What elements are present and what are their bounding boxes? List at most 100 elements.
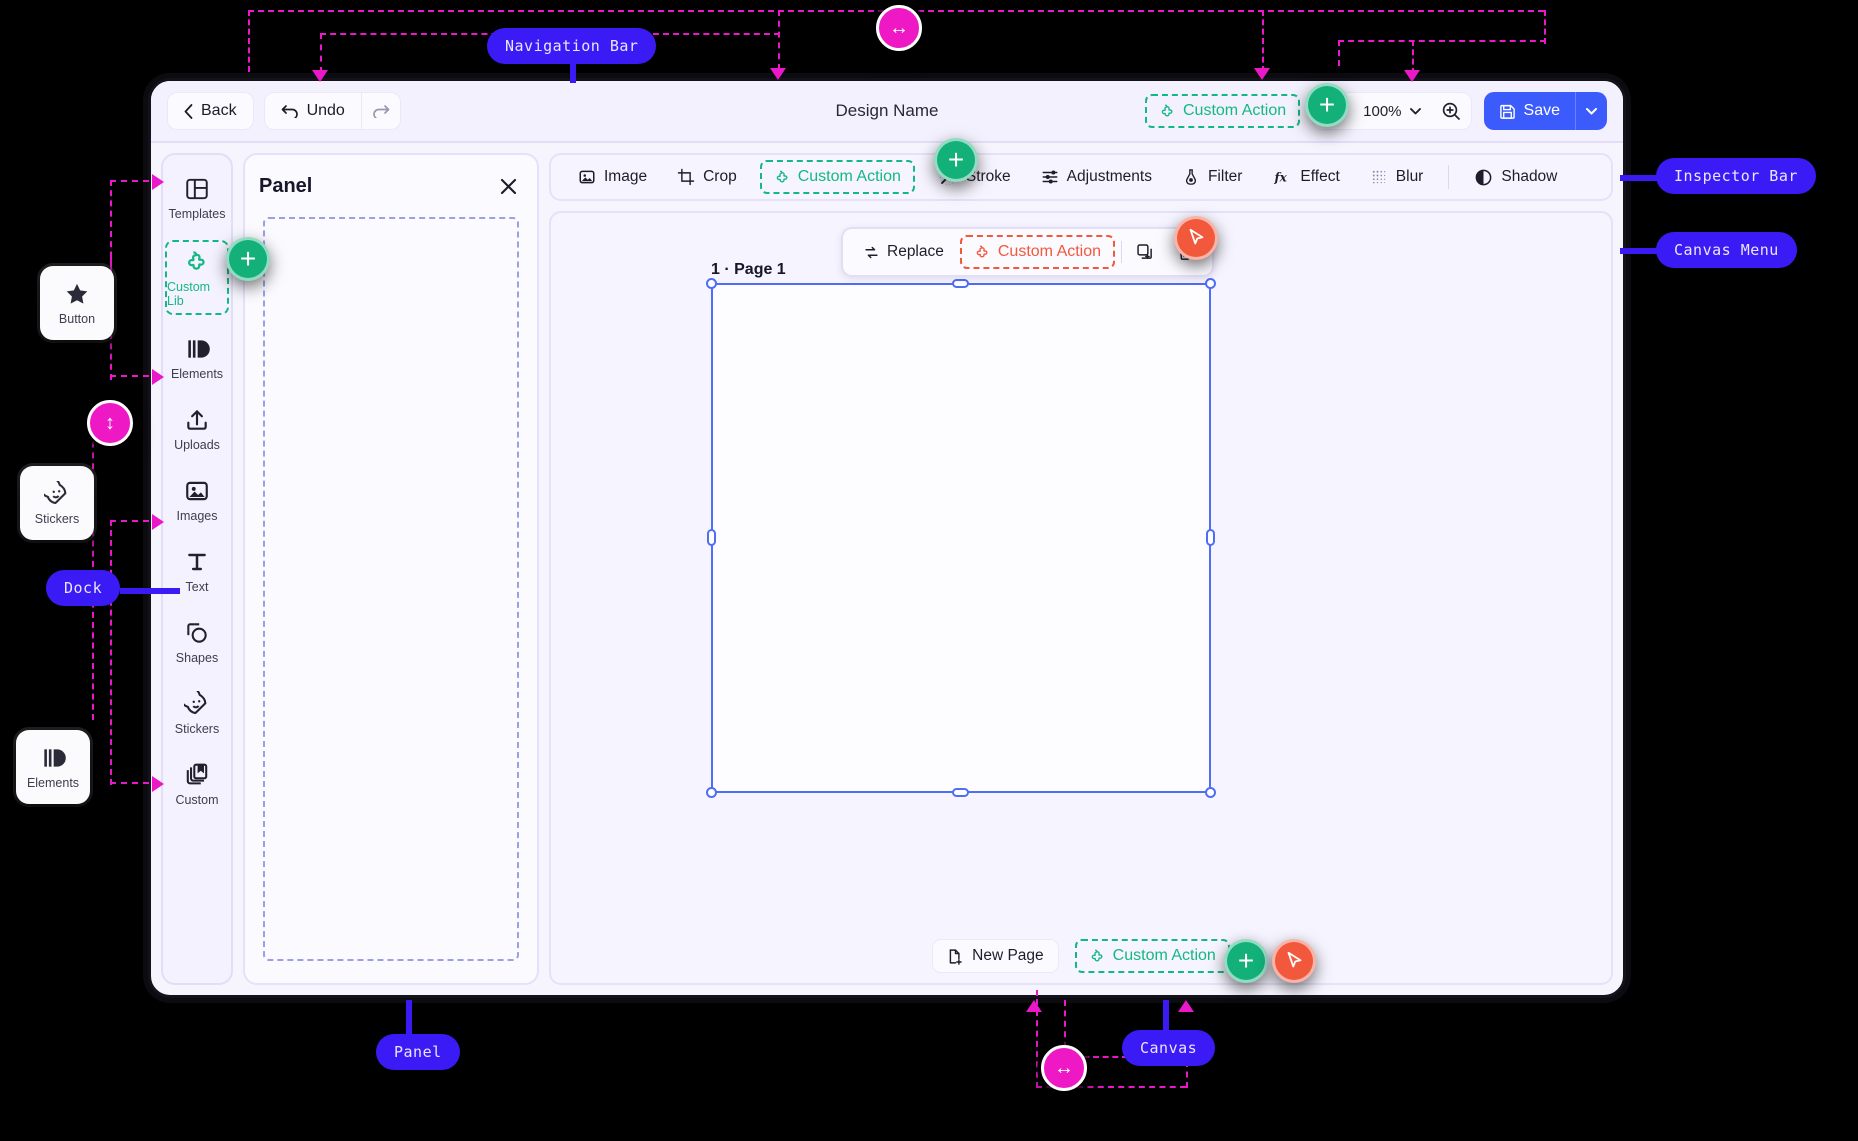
guide-arrow [1026,1000,1042,1012]
dock-item-images[interactable]: Images [165,471,229,528]
inspector-item-filter[interactable]: Filter [1169,160,1255,194]
dock-item-templates[interactable]: Templates [165,169,229,226]
canvas-column: Image Crop Custom Action Stroke Adjustme… [549,153,1613,985]
guide-arrow [152,174,164,190]
inspector-item-label: Crop [703,168,737,185]
undo-button[interactable]: Undo [263,92,361,130]
canvas-menu: Replace Custom Action [841,227,1215,277]
save-button[interactable]: Save [1483,92,1575,130]
marker-resize-horizontal-bottom[interactable]: ↔ [1041,1045,1087,1091]
new-page-button[interactable]: New Page [932,939,1059,973]
panel-title: Panel [259,174,313,197]
navbar-custom-action-button[interactable]: Custom Action [1145,94,1301,128]
guide-arrow [152,369,164,385]
guide-arrow [1254,68,1270,80]
inspector-item-adjustments[interactable]: Adjustments [1028,160,1165,194]
float-card-stickers[interactable]: Stickers [20,466,94,540]
guide-arrow [312,70,328,82]
app-body: Templates Custom Lib Elements Uploads Im [151,143,1623,995]
guide-line [1412,40,1414,74]
new-page-label: New Page [972,947,1044,964]
guide-line [1544,10,1546,44]
marker-add-dock[interactable]: + [226,237,270,281]
inspector-item-shadow[interactable]: Shadow [1461,160,1570,194]
dock-item-label: Uploads [174,438,220,452]
panel: Panel [243,153,539,985]
inspector-item-crop[interactable]: Crop [664,160,750,194]
save-disk-icon [1499,103,1516,120]
dock-item-elements[interactable]: Elements [165,329,229,386]
navbar-left-group: Back Undo [167,92,401,130]
resize-handle-se[interactable] [1205,787,1216,798]
inspector-item-label: Shadow [1501,168,1558,185]
app-window: Back Undo Design Name Custom Action 100%… [148,78,1626,998]
guide-arrow [152,514,164,530]
marker-resize-vertical-dock[interactable]: ↕ [87,400,133,446]
inspector-item-blur[interactable]: Blur [1357,160,1437,194]
canvas-bottom-bar: New Page Custom Action [551,939,1611,973]
float-card-button[interactable]: Button [40,266,114,340]
save-button-label: Save [1523,102,1560,119]
guide-line [1338,40,1340,66]
panel-header: Panel [257,167,525,211]
marker-resize-horizontal-top[interactable]: ↔ [876,5,922,51]
svg-text:fx: fx [1274,171,1288,185]
page-label: 1 · Page 1 [711,261,786,278]
dock-item-label: Templates [168,207,226,221]
inspector-item-label: Adjustments [1066,168,1152,185]
resize-handle-nw[interactable] [706,278,717,289]
resize-handle-s[interactable] [952,788,969,797]
canvas-menu-custom-action-button[interactable]: Custom Action [959,235,1116,269]
guide-line [110,520,112,785]
canvas-menu-replace-button[interactable]: Replace [853,236,954,268]
guide-line [92,520,94,720]
dock-item-label: Text [185,580,209,594]
zoom-in-icon[interactable] [1431,93,1471,129]
float-card-elements[interactable]: Elements [16,730,90,804]
marker-add-canvas-bottom[interactable]: + [1224,939,1268,983]
resize-handle-sw[interactable] [706,787,717,798]
duplicate-icon[interactable] [1128,236,1162,268]
dock-item-custom[interactable]: Custom [165,755,229,812]
inspector-item-image[interactable]: Image [565,160,660,194]
inspector-bar: Image Crop Custom Action Stroke Adjustme… [549,153,1613,201]
inspector-item-label: Blur [1395,168,1424,185]
dock-item-uploads[interactable]: Uploads [165,400,229,457]
inspector-item-label: Effect [1300,168,1340,185]
canvas-bottom-custom-action-button[interactable]: Custom Action [1074,939,1230,973]
canvas-menu-replace-label: Replace [887,243,944,260]
save-button-group: Save [1483,92,1607,130]
guide-line [320,33,322,73]
resize-handle-e[interactable] [1206,529,1215,546]
float-card-label: Stickers [34,511,80,526]
marker-cursor-canvas-bottom[interactable] [1272,939,1316,983]
redo-button[interactable] [360,92,401,130]
back-button[interactable]: Back [167,92,254,130]
dock-item-stickers[interactable]: Stickers [165,684,229,741]
zoom-level-select[interactable]: 100% [1353,103,1430,120]
resize-handle-w[interactable] [707,529,716,546]
panel-dropzone[interactable] [263,217,519,961]
resize-handle-ne[interactable] [1205,278,1216,289]
marker-add-navbar[interactable]: + [1305,83,1349,127]
dock-item-label: Elements [170,367,224,381]
inspector-custom-action-button[interactable]: Custom Action [759,160,915,194]
close-icon[interactable] [493,171,523,201]
annotation-canvas: Canvas [1122,1030,1216,1066]
resize-handle-n[interactable] [952,279,969,288]
dock-item-shapes[interactable]: Shapes [165,613,229,670]
dock-item-label: Custom [175,793,219,807]
page-frame[interactable] [706,278,1216,798]
dock-item-custom-lib[interactable]: Custom Lib [165,240,229,315]
canvas-bottom-custom-action-label: Custom Action [1112,947,1216,964]
save-dropdown-button[interactable] [1575,92,1607,130]
marker-add-inspector[interactable]: + [934,138,978,182]
float-card-label: Button [58,311,96,326]
undo-button-label: Undo [306,102,345,119]
canvas[interactable]: Replace Custom Action 1 · Page 1 New Pag… [549,211,1613,985]
screenshot-root: Back Undo Design Name Custom Action 100%… [0,0,1858,1141]
inspector-item-effect[interactable]: fx Effect [1259,160,1352,194]
inspector-item-label: Image [604,168,648,185]
guide-line [778,10,780,70]
marker-cursor-canvas-menu[interactable] [1174,216,1218,260]
